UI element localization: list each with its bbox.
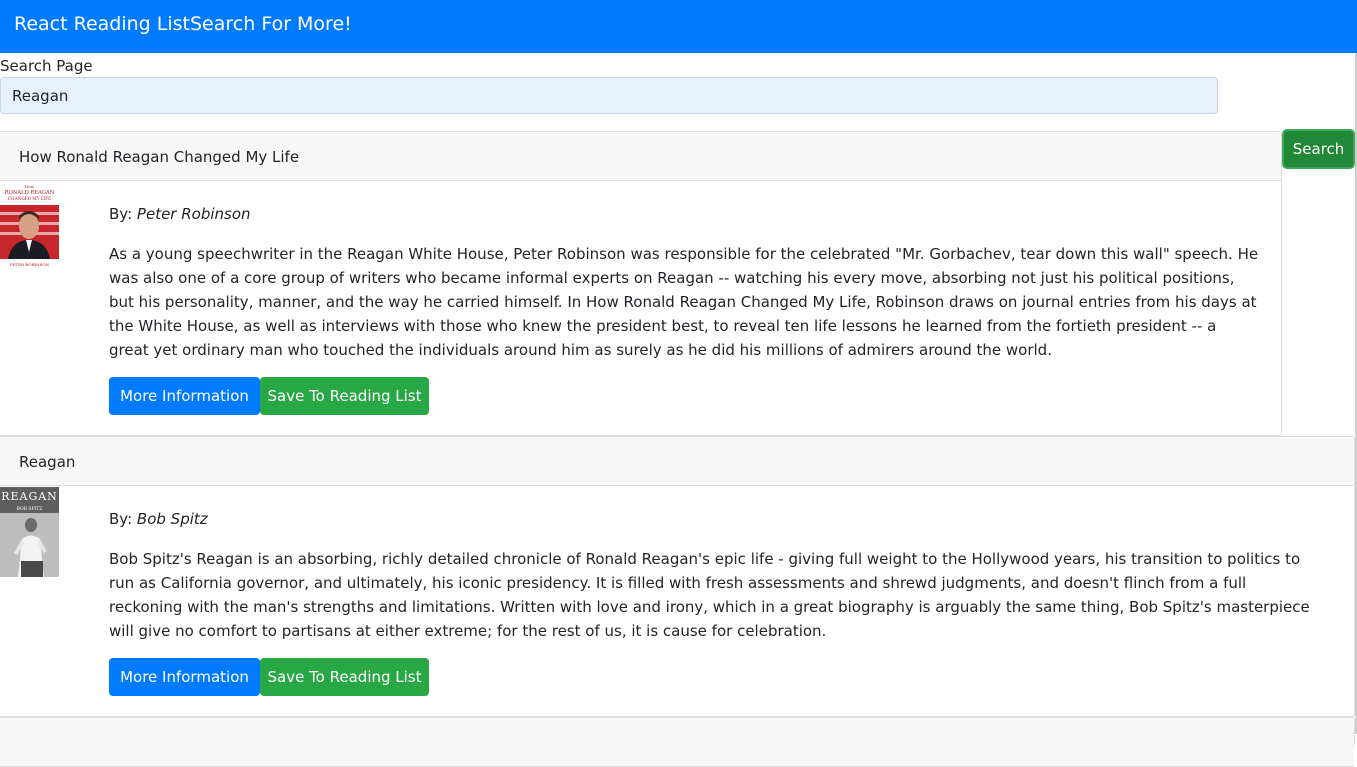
cover-text: CHANGED MY LIFE [8, 196, 51, 201]
save-to-reading-list-button[interactable]: Save To Reading List [260, 377, 429, 415]
cover-text: How [25, 184, 35, 189]
book-title: How Ronald Reagan Changed My Life [19, 148, 300, 166]
navbar-brand[interactable]: React Reading List [14, 13, 190, 35]
book-cover-image: How RONALD REAGAN CHANGED MY LIFE PETER … [0, 182, 59, 272]
book-card: How Ronald Reagan Changed My Life How RO… [0, 131, 1282, 436]
navbar: React Reading List Search For More! [0, 0, 1357, 53]
cover-text: BOB SPITZ [17, 506, 43, 512]
save-to-reading-list-button[interactable]: Save To Reading List [260, 658, 429, 696]
cover-text: REAGAN [1, 490, 58, 503]
book-card-header: How Ronald Reagan Changed My Life [0, 132, 1281, 181]
book-card: Reagan REAGAN BOB SPITZ By: Bob Spitz Bo… [0, 436, 1355, 717]
book-description: Bob Spitz's Reagan is an absorbing, rich… [109, 550, 1310, 640]
book-card [0, 717, 1355, 767]
book-author: By: Peter Robinson [109, 205, 251, 223]
search-button[interactable]: Search [1282, 129, 1355, 169]
book-card-header: Reagan [0, 437, 1354, 486]
more-information-button[interactable]: More Information [109, 658, 260, 696]
cover-text: PETER ROBINSON [10, 262, 50, 267]
by-label: By: [109, 205, 133, 223]
book-cover-image: REAGAN BOB SPITZ [0, 487, 59, 577]
author-name: Bob Spitz [136, 510, 208, 528]
book-description: As a young speechwriter in the Reagan Wh… [109, 245, 1259, 359]
book-card-header [0, 718, 1354, 767]
by-label: By: [109, 510, 133, 528]
more-information-button[interactable]: More Information [109, 377, 260, 415]
page-title: Search Page [0, 57, 93, 75]
nav-link-search[interactable]: Search For More! [190, 13, 352, 35]
book-title: Reagan [19, 453, 76, 471]
search-input[interactable] [0, 77, 1218, 114]
author-name: Peter Robinson [136, 205, 251, 223]
book-author: By: Bob Spitz [109, 510, 208, 528]
